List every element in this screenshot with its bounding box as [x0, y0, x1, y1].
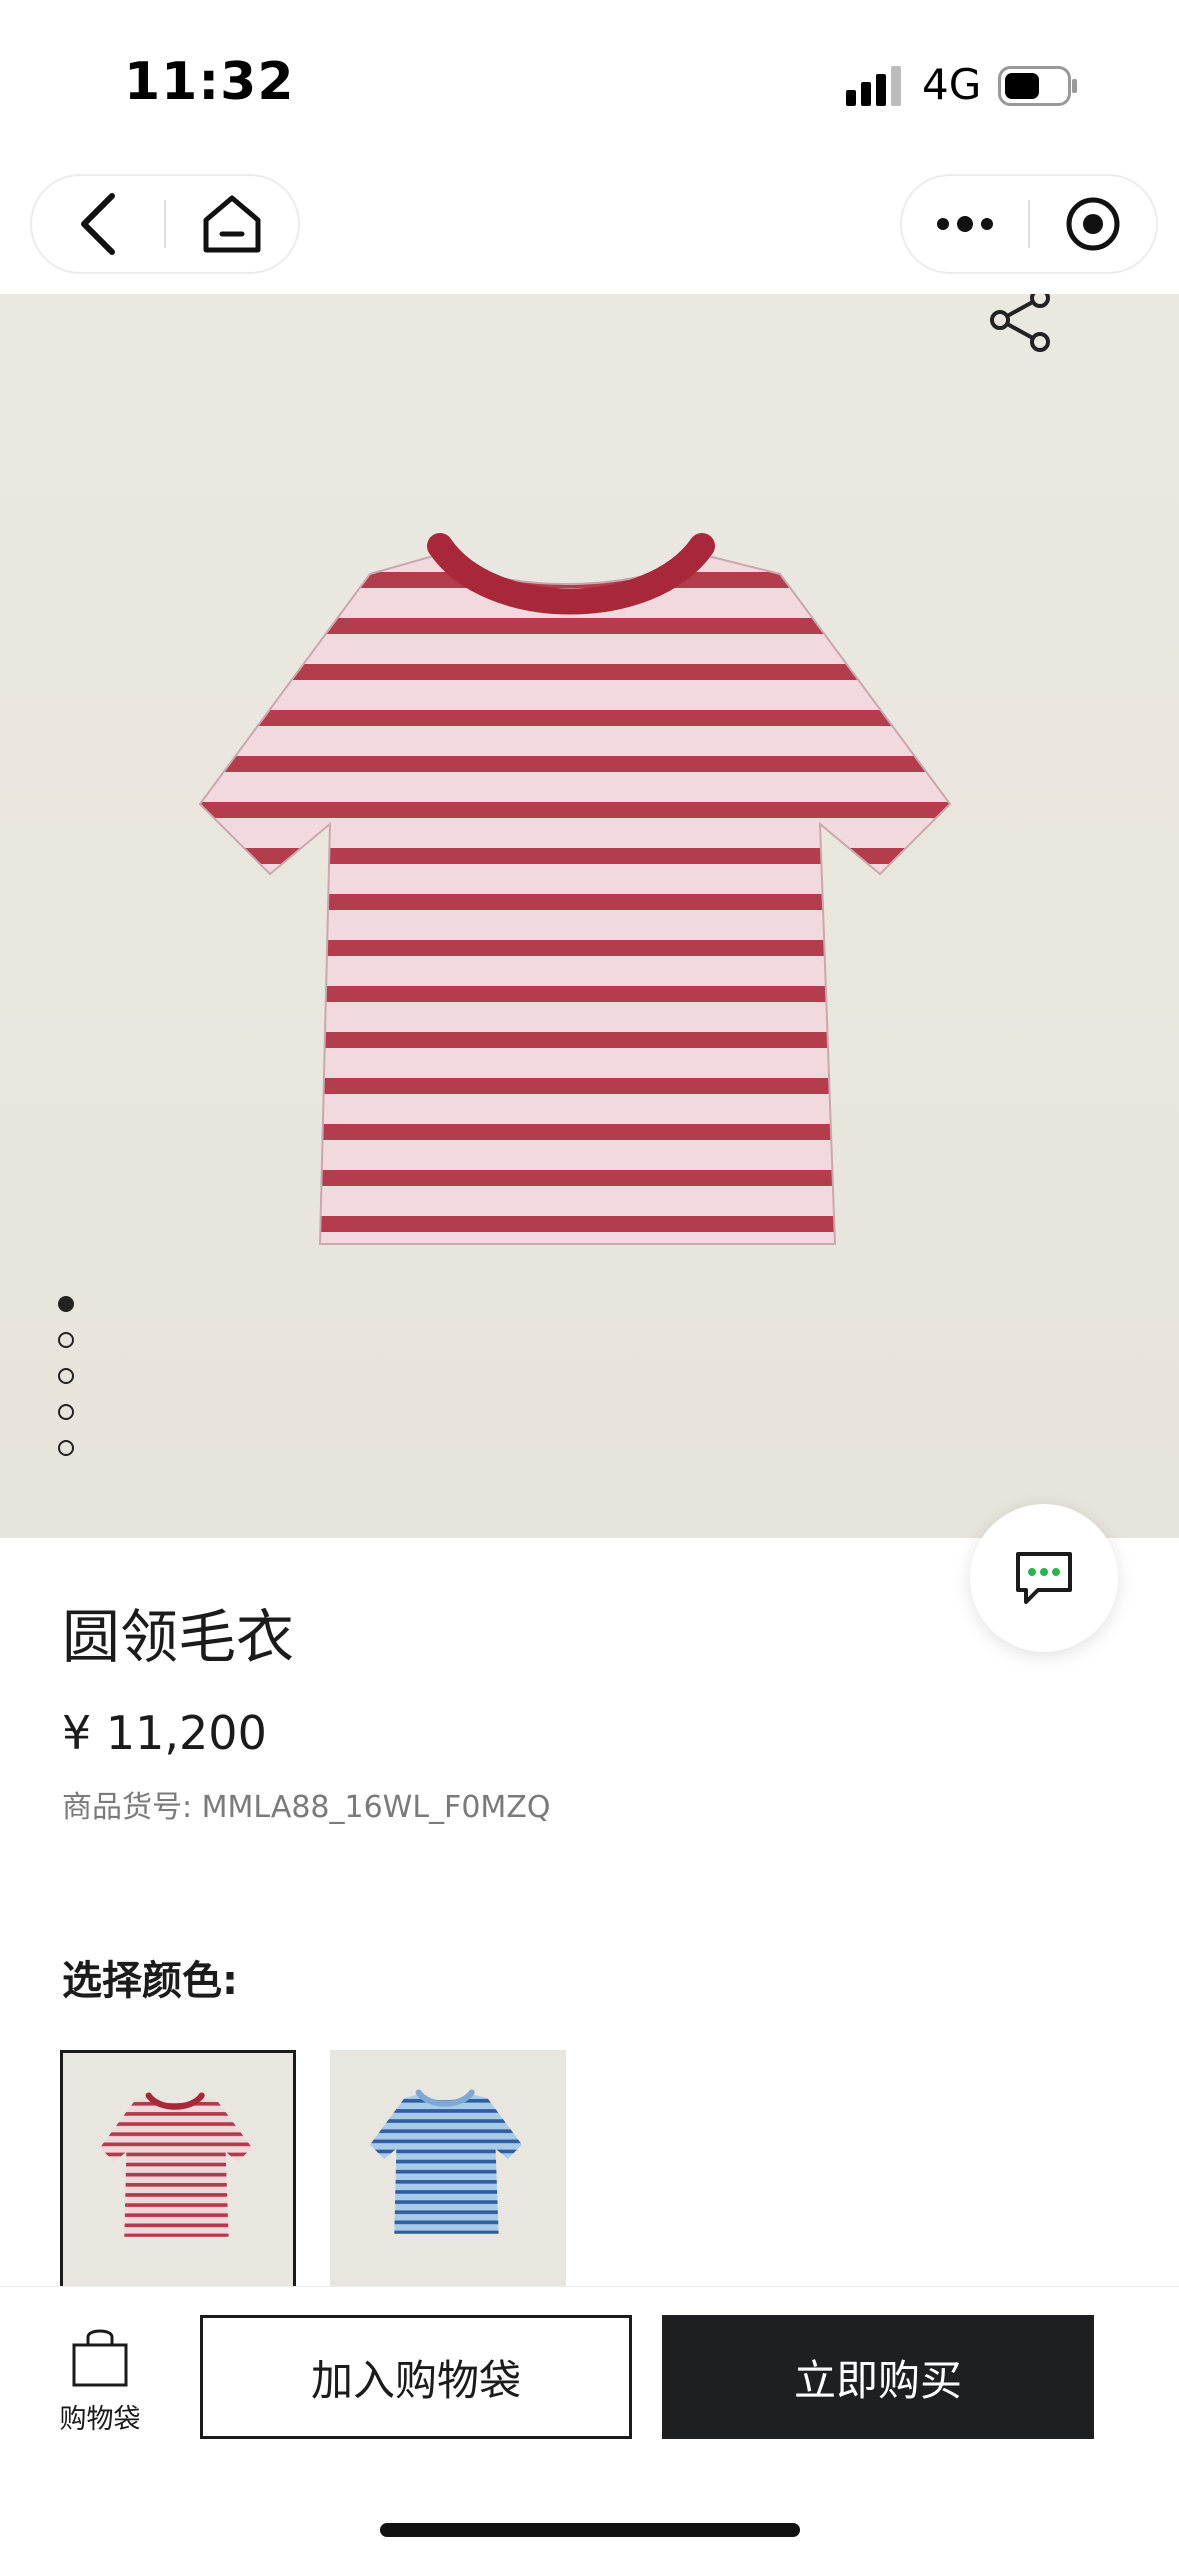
bottom-action-bar: 购物袋 加入购物袋 立即购买	[0, 2286, 1179, 2556]
carousel-indicator	[58, 1296, 78, 1476]
status-time: 11:32	[124, 52, 295, 112]
color-selector-label: 选择颜色:	[62, 1958, 238, 2004]
network-label: 4G	[922, 60, 982, 109]
share-icon[interactable]	[986, 294, 1056, 352]
more-button[interactable]	[902, 176, 1028, 272]
blue-sweater-thumbnail	[370, 2089, 522, 2234]
customer-service-button[interactable]	[970, 1504, 1118, 1652]
shopping-bag-icon	[72, 2329, 128, 2387]
more-dots-icon	[937, 216, 993, 232]
product-price: ¥ 11,200	[62, 1706, 267, 1760]
shopping-bag-label: 购物袋	[59, 2404, 141, 2435]
home-button[interactable]	[166, 176, 298, 272]
product-image-carousel[interactable]	[0, 294, 1179, 1538]
chat-bubble-icon	[1016, 1552, 1072, 1604]
nav-right-capsule	[900, 174, 1158, 274]
color-option-blue[interactable]	[330, 2050, 566, 2290]
product-title: 圆领毛衣	[62, 1603, 295, 1671]
sweater-image	[198, 533, 952, 1245]
nav-left-capsule	[30, 174, 300, 274]
chevron-left-icon	[81, 193, 115, 255]
status-bar: 11:32 4G	[0, 0, 1179, 170]
carousel-dot[interactable]	[58, 1404, 74, 1420]
carousel-dot[interactable]	[58, 1368, 74, 1384]
close-miniprogram-button[interactable]	[1030, 176, 1156, 272]
signal-icon	[846, 66, 901, 106]
home-indicator	[380, 2523, 800, 2537]
back-button[interactable]	[32, 176, 164, 272]
home-icon	[203, 195, 261, 253]
shopping-bag-button[interactable]: 购物袋	[50, 2323, 150, 2443]
target-close-icon	[1066, 197, 1120, 251]
red-sweater-thumbnail	[100, 2092, 252, 2237]
buy-now-button[interactable]: 立即购买	[662, 2315, 1094, 2439]
color-option-red[interactable]	[60, 2050, 296, 2290]
carousel-dot[interactable]	[58, 1296, 74, 1312]
add-to-bag-button[interactable]: 加入购物袋	[200, 2315, 632, 2439]
carousel-dot[interactable]	[58, 1440, 74, 1456]
product-sku: 商品货号: MMLA88_16WL_F0MZQ	[62, 1790, 551, 1825]
carousel-dot[interactable]	[58, 1332, 74, 1348]
battery-icon	[998, 66, 1077, 106]
